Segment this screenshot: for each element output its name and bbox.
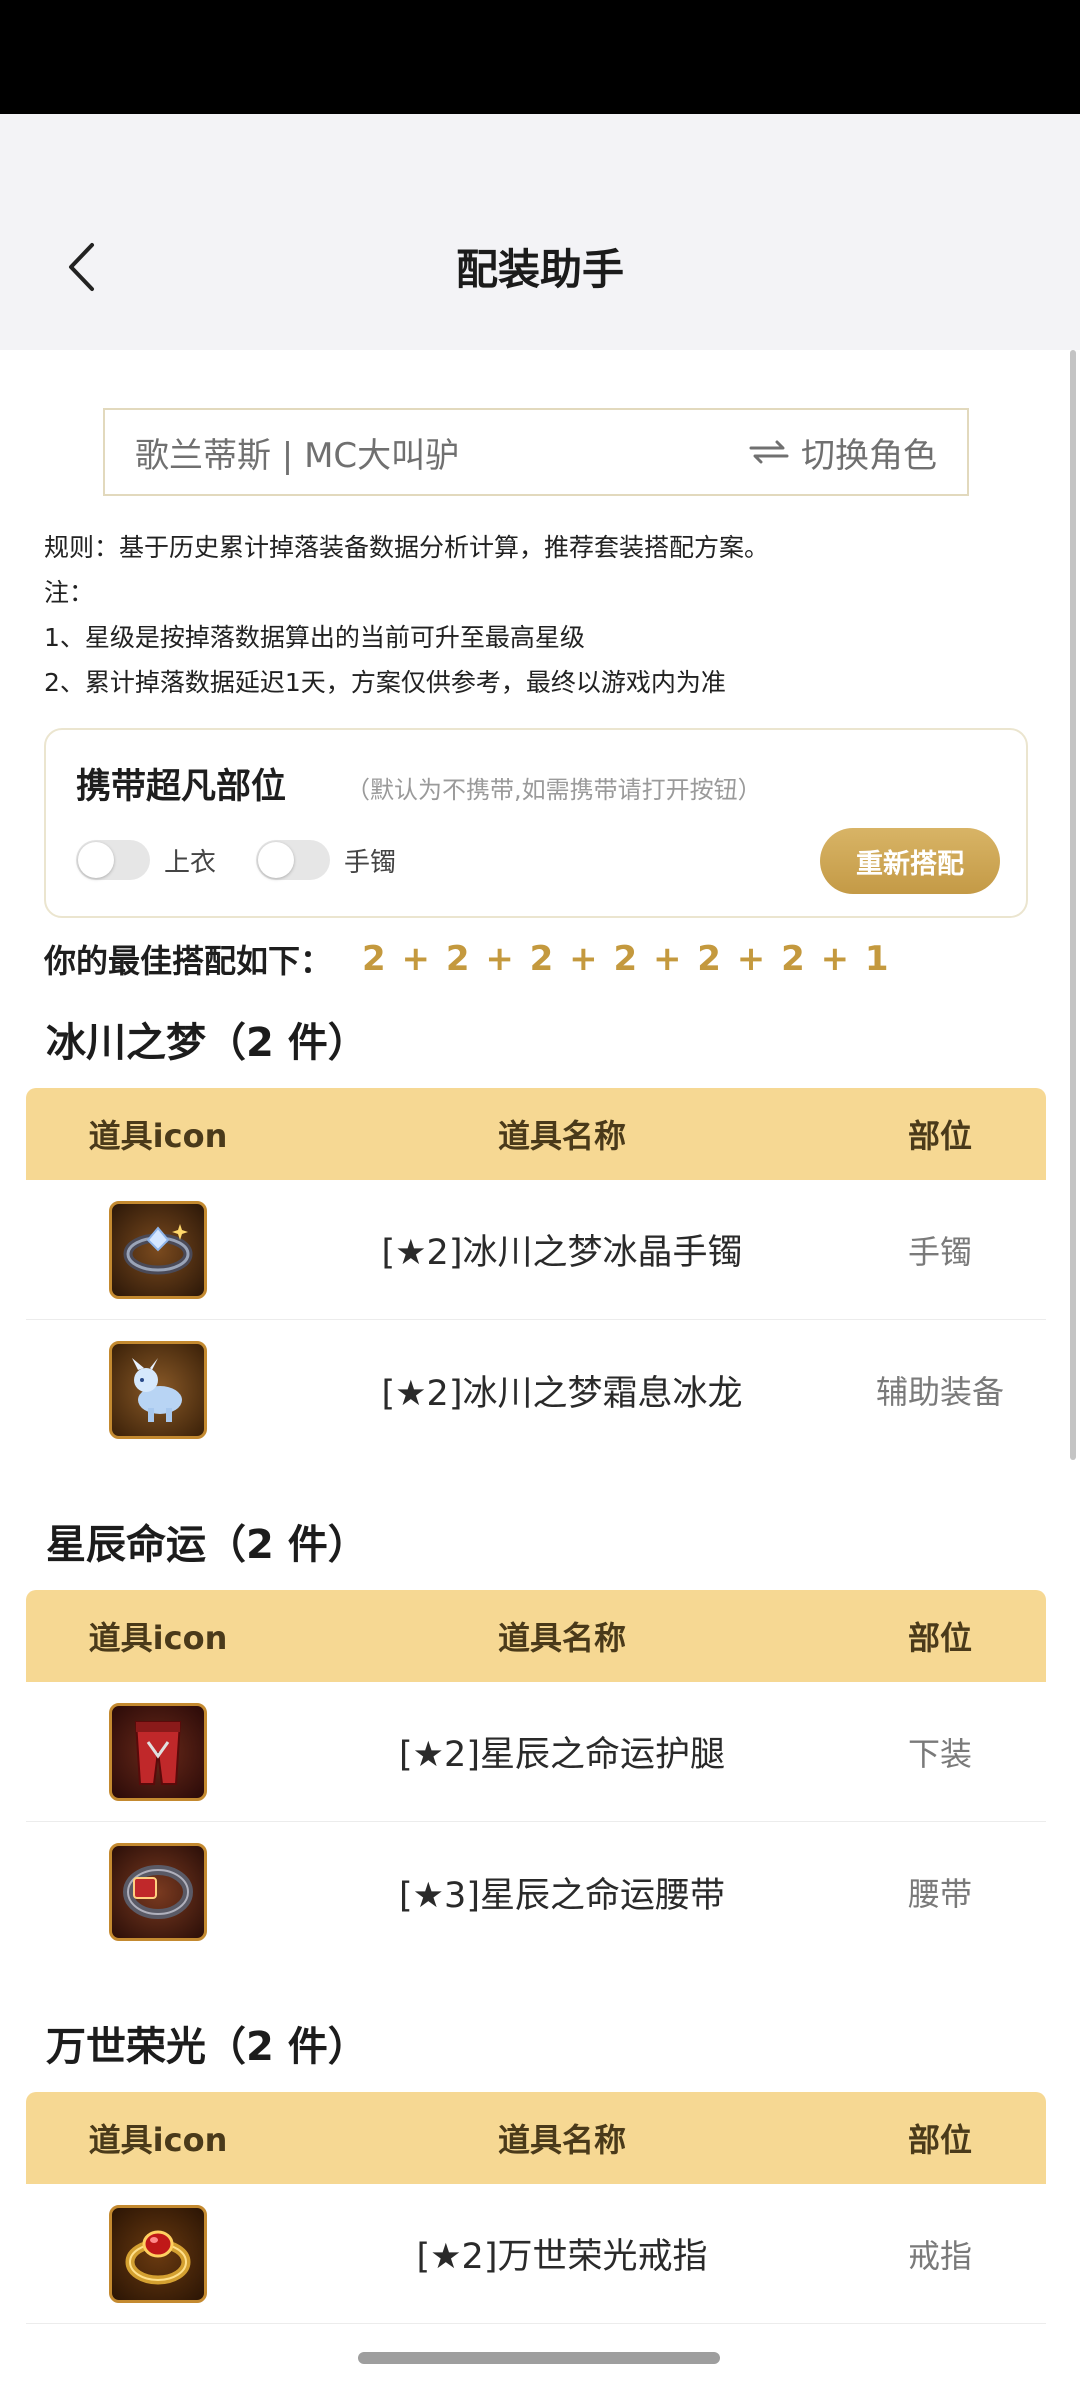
set-table: 道具icon 道具名称 部位 [★2]星辰之命运护腿 下装 [★3]星辰之命运腰… (26, 1590, 1046, 1962)
ice-bracelet-icon (109, 1200, 207, 1299)
carry-extraordinary-panel: 携带超凡部位 （默认为不携带,如需携带请打开按钮） 上衣 手镯 重新搭配 (44, 728, 1028, 918)
item-name: [★2]万世荣光戒指 (416, 2237, 708, 2277)
item-name: [★2]星辰之命运护腿 (399, 1735, 725, 1775)
scrollbar[interactable] (1070, 350, 1076, 1460)
header-icon: 道具icon (88, 1117, 228, 1155)
set-title: 冰川之梦（2 件） (46, 1020, 368, 1066)
icon-cell (26, 1702, 290, 1801)
rematch-button[interactable]: 重新搭配 (820, 828, 1000, 894)
header-name: 道具名称 (497, 2121, 626, 2159)
table-row[interactable]: [★2]星辰之命运护腿 下装 (26, 1682, 1046, 1822)
role-selector: 歌兰蒂斯 | MC大叫驴 切换角色 (103, 408, 969, 496)
table-row[interactable]: [★3]星辰之命运腰带 腰带 (26, 1822, 1046, 1962)
bracelet-toggle-label: 手镯 (344, 847, 397, 878)
item-slot: 腰带 (907, 1875, 972, 1913)
rules-text: 规则：基于历史累计掉落装备数据分析计算，推荐套装搭配方案。 注： 1、星级是按掉… (44, 525, 1044, 705)
carry-title: 携带超凡部位 (76, 767, 287, 807)
role-name: 歌兰蒂斯 | MC大叫驴 (135, 435, 460, 476)
header-icon: 道具icon (88, 2121, 228, 2159)
table-row[interactable]: [★2]冰川之梦霜息冰龙 辅助装备 (26, 1320, 1046, 1460)
table-header: 道具icon 道具名称 部位 (26, 1088, 1046, 1180)
swap-icon (749, 440, 789, 464)
item-slot: 戒指 (907, 2236, 972, 2275)
top-toggle-label: 上衣 (164, 847, 217, 878)
toggle-knob (258, 842, 295, 878)
nav-bar (0, 114, 1080, 350)
set-table: 道具icon 道具名称 部位 [★2]万世荣光戒指 戒指 (26, 2092, 1046, 2324)
red-leggings-icon (109, 1702, 207, 1801)
page-title: 配装助手 (455, 245, 624, 294)
table-row[interactable]: [★2]万世荣光戒指 戒指 (26, 2184, 1046, 2324)
gold-ring-icon (109, 2204, 207, 2303)
switch-role-button[interactable]: 切换角色 (749, 428, 937, 477)
icon-cell (26, 2204, 290, 2303)
toggle-group: 上衣 手镯 (76, 840, 436, 880)
home-indicator[interactable] (358, 2352, 720, 2364)
header-slot: 部位 (907, 1117, 972, 1155)
icon-cell (26, 1341, 290, 1439)
best-value: 2 + 2 + 2 + 2 + 2 + 2 + 1 (362, 939, 891, 979)
item-name: [★2]冰川之梦霜息冰龙 (381, 1373, 743, 1414)
rules-line: 2、累计掉落数据延迟1天，方案仅供参考，最终以游戏内为准 (44, 668, 726, 697)
set-title: 万世荣光（2 件） (46, 2024, 368, 2070)
bracelet-toggle[interactable] (256, 840, 331, 880)
set-table: 道具icon 道具名称 部位 [★2]冰川之梦冰晶手镯 手镯 [★2]冰川之梦霜… (26, 1088, 1046, 1460)
item-name: [★2]冰川之梦冰晶手镯 (381, 1233, 743, 1273)
best-combination: 你的最佳搭配如下： 2 + 2 + 2 + 2 + 2 + 2 + 1 (44, 936, 891, 982)
toggle-knob (78, 842, 114, 878)
status-bar (0, 0, 1080, 114)
table-header: 道具icon 道具名称 部位 (26, 1590, 1046, 1682)
header-name: 道具名称 (497, 1117, 626, 1155)
header-slot: 部位 (907, 2121, 972, 2159)
rules-line: 注： (44, 578, 95, 607)
item-slot: 手镯 (907, 1232, 972, 1271)
best-label: 你的最佳搭配如下： (44, 942, 333, 980)
table-header: 道具icon 道具名称 部位 (26, 2092, 1046, 2184)
table-row[interactable]: [★2]冰川之梦冰晶手镯 手镯 (26, 1180, 1046, 1320)
icon-cell (26, 1200, 290, 1299)
icon-cell (26, 1843, 290, 1941)
header-slot: 部位 (907, 1619, 972, 1657)
top-toggle[interactable] (76, 840, 150, 880)
set-title: 星辰命运（2 件） (46, 1522, 368, 1568)
red-belt-icon (109, 1843, 207, 1941)
carry-hint: （默认为不携带,如需携带请打开按钮） (346, 776, 762, 804)
item-slot: 下装 (907, 1734, 972, 1773)
switch-role-label: 切换角色 (801, 435, 937, 476)
frost-dragon-icon (109, 1341, 207, 1439)
item-slot: 辅助装备 (875, 1373, 1004, 1411)
item-name: [★3]星辰之命运腰带 (399, 1875, 725, 1916)
rules-line: 1、星级是按掉落数据算出的当前可升至最高星级 (44, 623, 585, 652)
header-icon: 道具icon (88, 1619, 228, 1657)
rules-line: 规则：基于历史累计掉落装备数据分析计算，推荐套装搭配方案。 (44, 533, 770, 562)
header-name: 道具名称 (497, 1619, 626, 1657)
